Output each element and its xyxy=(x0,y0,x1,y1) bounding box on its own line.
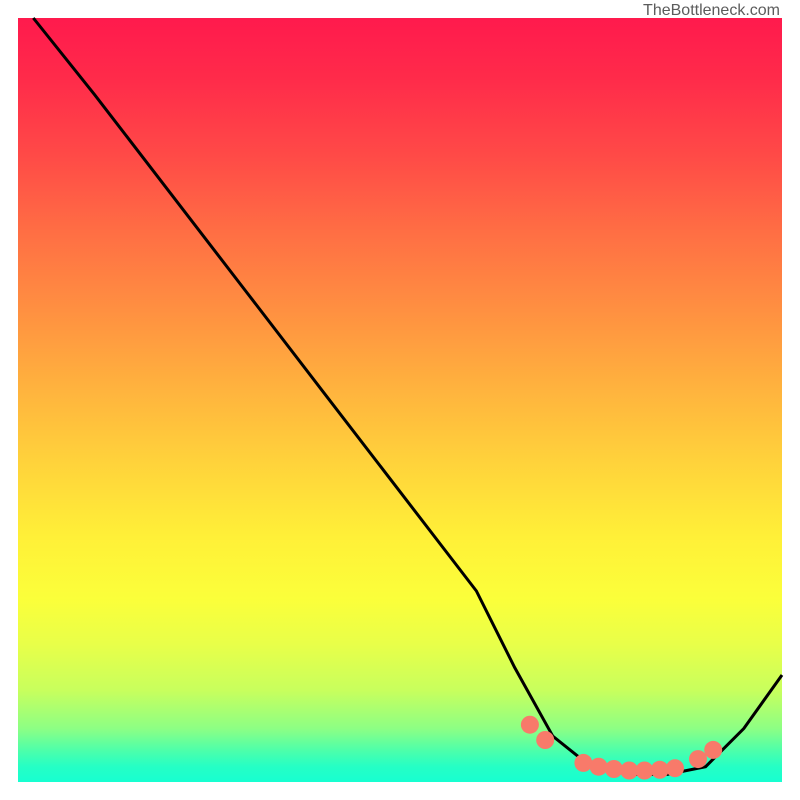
marker-point xyxy=(536,731,554,749)
bottleneck-curve xyxy=(33,18,782,774)
chart-overlay xyxy=(0,0,800,800)
marker-point xyxy=(605,760,623,778)
marker-point xyxy=(666,759,684,777)
chart: TheBottleneck.com xyxy=(0,0,800,800)
marker-point xyxy=(651,761,669,779)
marker-point xyxy=(704,741,722,759)
marker-point xyxy=(574,754,592,772)
marker-point xyxy=(521,716,539,734)
marker-point xyxy=(590,758,608,776)
marker-point xyxy=(689,750,707,768)
marker-point xyxy=(636,762,654,780)
